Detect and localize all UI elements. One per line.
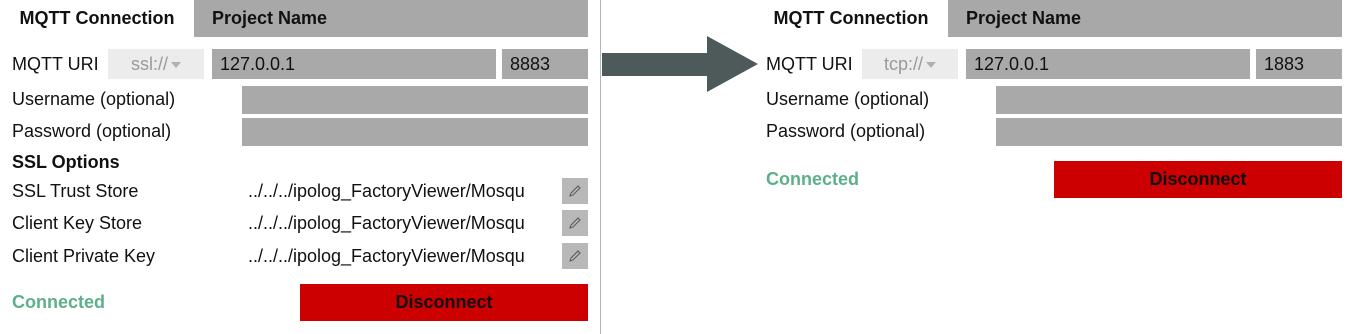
password-input[interactable] bbox=[996, 118, 1342, 146]
password-label: Password (optional) bbox=[12, 121, 172, 141]
right-arrow-icon bbox=[602, 36, 758, 92]
trust-store-edit-button[interactable] bbox=[562, 178, 588, 204]
connection-status: Connected bbox=[766, 169, 860, 189]
key-store-path: ../../../ipolog_FactoryViewer/Mosqu bbox=[248, 213, 525, 233]
host-input[interactable]: 127.0.0.1 bbox=[966, 49, 1250, 79]
key-store-label: Client Key Store bbox=[12, 213, 143, 233]
panel-divider bbox=[600, 0, 601, 334]
port-input[interactable]: 1883 bbox=[1256, 49, 1342, 79]
username-input[interactable] bbox=[242, 86, 588, 114]
ssl-connection-panel: MQTT Connection Project Name MQTT URI ss… bbox=[0, 0, 600, 334]
key-store-edit-button[interactable] bbox=[562, 210, 588, 236]
port-value: 1883 bbox=[1264, 54, 1305, 74]
username-label: Username (optional) bbox=[12, 89, 176, 109]
private-key-path: ../../../ipolog_FactoryViewer/Mosqu bbox=[248, 246, 525, 266]
disconnect-button[interactable]: Disconnect bbox=[300, 284, 588, 321]
private-key-edit-button[interactable] bbox=[562, 243, 588, 269]
chevron-down-icon bbox=[171, 62, 181, 69]
tab-bar: MQTT Connection Project Name bbox=[754, 0, 1342, 37]
tab-mqtt-connection[interactable]: MQTT Connection bbox=[754, 0, 948, 37]
scheme-value: ssl:// bbox=[130, 54, 168, 74]
mqtt-uri-label: MQTT URI bbox=[766, 54, 853, 74]
pencil-icon bbox=[569, 185, 581, 197]
username-input[interactable] bbox=[996, 86, 1342, 114]
pencil-icon bbox=[569, 250, 581, 262]
private-key-label: Client Private Key bbox=[12, 246, 156, 266]
port-value: 8883 bbox=[510, 54, 551, 74]
host-input[interactable]: 127.0.0.1 bbox=[212, 49, 496, 79]
scheme-select[interactable]: tcp:// bbox=[862, 49, 958, 79]
host-value: 127.0.0.1 bbox=[220, 54, 296, 74]
mqtt-uri-label: MQTT URI bbox=[12, 54, 99, 74]
tab-project-name[interactable]: Project Name bbox=[966, 0, 1081, 37]
trust-store-path: ../../../ipolog_FactoryViewer/Mosqu bbox=[248, 181, 525, 201]
tcp-connection-panel: MQTT Connection Project Name MQTT URI tc… bbox=[754, 0, 1354, 334]
host-value: 127.0.0.1 bbox=[974, 54, 1050, 74]
chevron-down-icon bbox=[926, 62, 936, 69]
connection-status: Connected bbox=[12, 292, 106, 312]
port-input[interactable]: 8883 bbox=[502, 49, 588, 79]
disconnect-button[interactable]: Disconnect bbox=[1054, 161, 1342, 198]
scheme-select[interactable]: ssl:// bbox=[108, 49, 204, 79]
tab-project-name[interactable]: Project Name bbox=[212, 0, 327, 37]
tab-mqtt-connection[interactable]: MQTT Connection bbox=[0, 0, 194, 37]
scheme-value: tcp:// bbox=[883, 54, 923, 74]
password-label: Password (optional) bbox=[766, 121, 926, 141]
pencil-icon bbox=[569, 217, 581, 229]
tab-bar: MQTT Connection Project Name bbox=[0, 0, 588, 37]
trust-store-label: SSL Trust Store bbox=[12, 181, 139, 201]
password-input[interactable] bbox=[242, 118, 588, 146]
username-label: Username (optional) bbox=[766, 89, 930, 109]
ssl-options-heading: SSL Options bbox=[12, 152, 120, 172]
